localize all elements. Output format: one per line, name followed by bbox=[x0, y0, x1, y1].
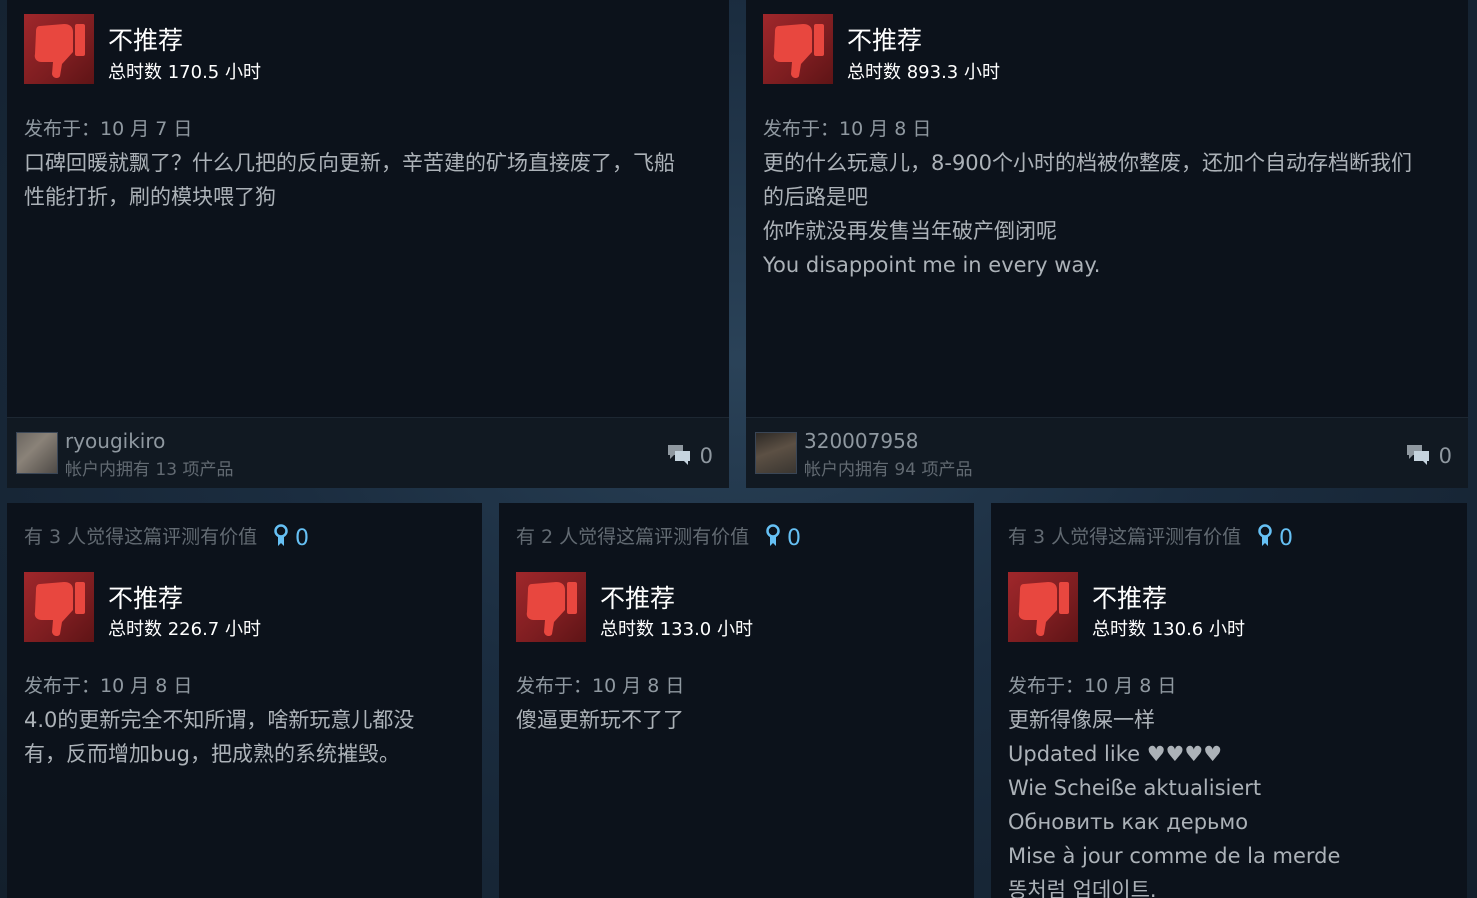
review-line: 傻逼更新玩不了了 bbox=[516, 708, 684, 732]
avatar[interactable] bbox=[16, 432, 58, 474]
review-line: 똥처럼 업데이트. bbox=[1008, 878, 1157, 898]
posted-date: 发布于：10 月 8 日 bbox=[516, 675, 685, 697]
comment-count-value: 0 bbox=[699, 444, 713, 468]
award-count-value: 0 bbox=[295, 526, 309, 551]
award-count[interactable]: 0 bbox=[1257, 524, 1293, 551]
review-card: 有 3 人觉得这篇评测有价值 0 不推荐 总时数 226.7 小时 发布于：10… bbox=[7, 503, 482, 898]
review-card: 不推荐 总时数 170.5 小时 发布于：10 月 7 日 口碑回暖就飘了？什么… bbox=[7, 0, 729, 488]
comment-icon bbox=[1406, 445, 1429, 465]
review-line: 你咋就没再发售当年破产倒闭呢 bbox=[763, 219, 1057, 243]
review-card: 有 2 人觉得这篇评测有价值 0 不推荐 总时数 133.0 小时 发布于：10… bbox=[499, 503, 974, 898]
review-line: 4.0的更新完全不知所谓，啥新玩意儿都没 bbox=[24, 708, 415, 732]
award-count-value: 0 bbox=[1279, 526, 1293, 551]
products-owned: 帐户内拥有 94 项产品 bbox=[804, 460, 973, 480]
review-line: Updated like ♥♥♥♥ bbox=[1008, 742, 1223, 766]
award-icon bbox=[274, 524, 288, 546]
author-name[interactable]: ryougikiro bbox=[65, 429, 165, 453]
thumbs-down-icon bbox=[516, 572, 586, 642]
thumbs-down-icon bbox=[1008, 572, 1078, 642]
review-hours: 总时数 170.5 小时 bbox=[108, 62, 261, 83]
review-content: 傻逼更新玩不了了 bbox=[516, 703, 684, 737]
review-hours: 总时数 130.6 小时 bbox=[1092, 619, 1245, 640]
review-content: 口碑回暖就飘了？什么几把的反向更新，辛苦建的矿场直接废了，飞船 性能打折，刷的模… bbox=[24, 146, 675, 214]
posted-date: 发布于：10 月 7 日 bbox=[24, 118, 193, 140]
review-verdict[interactable]: 不推荐 bbox=[108, 26, 183, 56]
comment-count-value: 0 bbox=[1438, 444, 1452, 468]
review-line: Обновить как дерьмо bbox=[1008, 810, 1249, 834]
review-content: 4.0的更新完全不知所谓，啥新玩意儿都没 有，反而增加bug，把成熟的系统摧毁。 bbox=[24, 703, 414, 771]
review-footer: ryougikiro 帐户内拥有 13 项产品 0 bbox=[7, 417, 729, 488]
review-line: Wie Scheiße aktualisiert bbox=[1008, 776, 1262, 800]
review-content: 更的什么玩意儿，8-900个小时的档被你整废，还加个自动存档断我们 的后路是吧 … bbox=[763, 146, 1412, 282]
review-line: Mise à jour comme de la merde bbox=[1008, 844, 1341, 868]
award-count[interactable]: 0 bbox=[273, 524, 309, 551]
review-line: 更新得像屎一样 bbox=[1008, 708, 1155, 732]
posted-date: 发布于：10 月 8 日 bbox=[763, 118, 932, 140]
helpful-count: 有 3 人觉得这篇评测有价值 bbox=[1008, 526, 1242, 548]
review-card: 不推荐 总时数 893.3 小时 发布于：10 月 8 日 更的什么玩意儿，8-… bbox=[746, 0, 1468, 488]
review-verdict[interactable]: 不推荐 bbox=[108, 584, 183, 614]
review-line: 有，反而增加bug，把成熟的系统摧毁。 bbox=[24, 742, 400, 766]
review-footer: 320007958 帐户内拥有 94 项产品 0 bbox=[746, 417, 1468, 488]
review-verdict[interactable]: 不推荐 bbox=[600, 584, 675, 614]
comment-count[interactable]: 0 bbox=[1405, 442, 1452, 468]
award-count[interactable]: 0 bbox=[765, 524, 801, 551]
award-icon bbox=[1258, 524, 1272, 546]
helpful-count: 有 2 人觉得这篇评测有价值 bbox=[516, 526, 750, 548]
review-verdict[interactable]: 不推荐 bbox=[847, 26, 922, 56]
review-card: 有 3 人觉得这篇评测有价值 0 不推荐 总时数 130.6 小时 发布于：10… bbox=[991, 503, 1467, 898]
review-hours: 总时数 133.0 小时 bbox=[600, 619, 753, 640]
review-line: 性能打折，刷的模块喂了狗 bbox=[24, 185, 276, 209]
review-content: 更新得像屎一样 Updated like ♥♥♥♥ Wie Scheiße ak… bbox=[1008, 703, 1340, 898]
review-line: 更的什么玩意儿，8-900个小时的档被你整废，还加个自动存档断我们 bbox=[763, 151, 1413, 175]
avatar[interactable] bbox=[755, 432, 797, 474]
award-count-value: 0 bbox=[787, 526, 801, 551]
comment-icon bbox=[667, 445, 690, 465]
helpful-count: 有 3 人觉得这篇评测有价值 bbox=[24, 526, 258, 548]
products-owned: 帐户内拥有 13 项产品 bbox=[65, 460, 234, 480]
thumbs-down-icon bbox=[763, 14, 833, 84]
review-line: 口碑回暖就飘了？什么几把的反向更新，辛苦建的矿场直接废了，飞船 bbox=[24, 151, 675, 175]
posted-date: 发布于：10 月 8 日 bbox=[1008, 675, 1177, 697]
award-icon bbox=[766, 524, 780, 546]
author-name[interactable]: 320007958 bbox=[804, 429, 919, 453]
review-hours: 总时数 226.7 小时 bbox=[108, 619, 261, 640]
review-line: 的后路是吧 bbox=[763, 185, 868, 209]
review-verdict[interactable]: 不推荐 bbox=[1092, 584, 1167, 614]
review-line: You disappoint me in every way. bbox=[763, 253, 1101, 277]
review-hours: 总时数 893.3 小时 bbox=[847, 62, 1000, 83]
comment-count[interactable]: 0 bbox=[666, 442, 713, 468]
thumbs-down-icon bbox=[24, 572, 94, 642]
thumbs-down-icon bbox=[24, 14, 94, 84]
posted-date: 发布于：10 月 8 日 bbox=[24, 675, 193, 697]
